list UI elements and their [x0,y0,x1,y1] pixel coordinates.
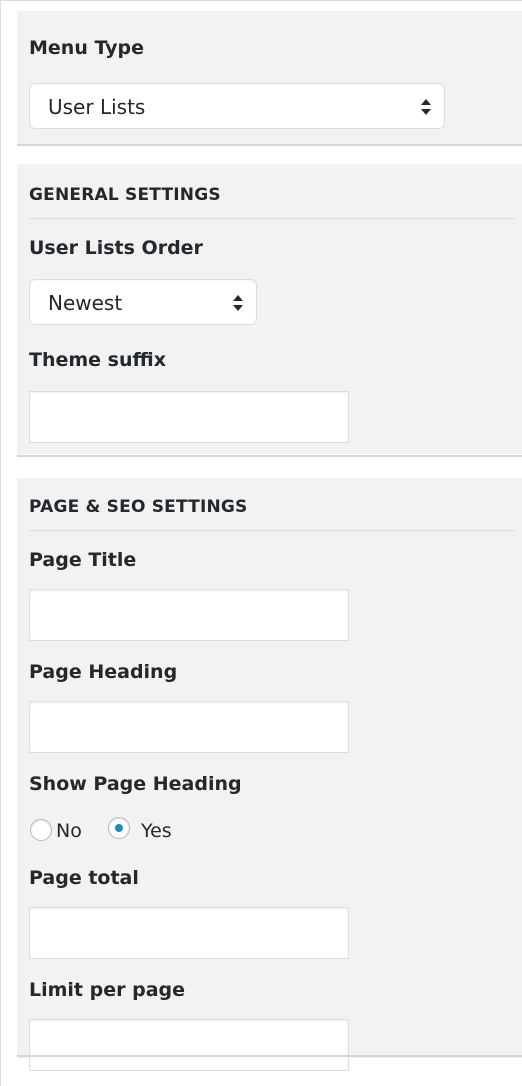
page-total-input[interactable] [29,907,349,959]
menu-type-select[interactable]: User Lists [29,83,445,129]
limit-per-page-label: Limit per page [29,979,186,1001]
user-lists-order-selected-value: Newest [48,291,123,315]
show-page-heading-yes-radio[interactable] [108,817,130,839]
show-page-heading-no-radio[interactable] [30,819,52,841]
page-title-label: Page Title [29,549,137,571]
theme-suffix-label: Theme suffix [29,349,166,371]
show-page-heading-label: Show Page Heading [29,773,242,795]
radio-yes-label: Yes [141,820,172,842]
up-down-arrows-icon [421,99,431,115]
user-lists-order-select[interactable]: Newest [29,279,257,325]
up-down-arrows-icon [233,295,243,311]
page-seo-settings-title: PAGE & SEO SETTINGS [29,497,248,517]
limit-per-page-input[interactable] [29,1019,349,1071]
page-total-label: Page total [29,867,139,889]
settings-sidebar: Menu Type User Lists GENERAL SETTINGS Us… [0,0,522,1086]
radio-no-label: No [56,820,82,842]
page-heading-label: Page Heading [29,661,178,683]
user-lists-order-label: User Lists Order [29,237,203,259]
divider [17,1055,522,1057]
section-rule [29,530,515,531]
page-title-input[interactable] [29,589,349,641]
page-heading-input[interactable] [29,701,349,753]
menu-type-selected-value: User Lists [48,95,146,119]
theme-suffix-input[interactable] [29,391,349,443]
general-settings-title: GENERAL SETTINGS [29,185,221,205]
section-rule [29,218,515,219]
menu-type-label: Menu Type [29,37,145,59]
divider [17,144,522,146]
divider [17,455,522,457]
